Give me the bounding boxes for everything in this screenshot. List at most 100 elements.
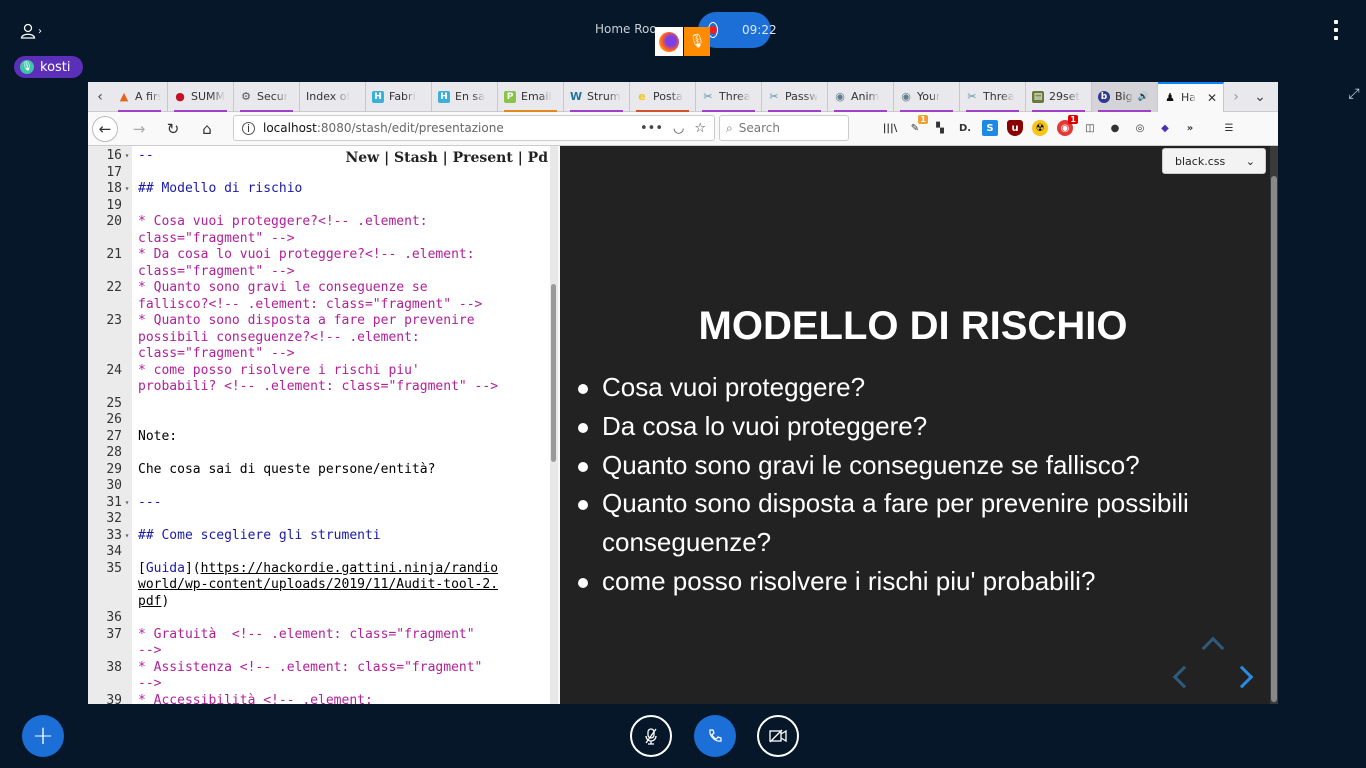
slide-nav-right-icon[interactable] bbox=[1230, 665, 1254, 689]
editor-line[interactable]: 18 ▾ ## Modello di rischio bbox=[88, 181, 548, 198]
editor-line[interactable]: 38 * Assistenza <!-- .element: class="fra… bbox=[88, 660, 548, 693]
extension-balls-icon[interactable]: ● bbox=[1107, 120, 1123, 136]
extension-radiation-icon[interactable]: ☢ bbox=[1032, 120, 1048, 136]
editor-line[interactable]: 29 Che cosa sai di queste persone/entità? bbox=[88, 462, 548, 479]
user-badge[interactable]: 🎙 kosti bbox=[14, 56, 83, 78]
line-text: * come posso risolvere i rischi piu' pro… bbox=[138, 362, 499, 395]
browser-tab[interactable]: Index of bbox=[300, 82, 366, 112]
fold-arrow-icon[interactable]: ▾ bbox=[122, 181, 132, 198]
browser-tab[interactable]: ◉ Anim bbox=[828, 82, 894, 112]
sidebar-icon[interactable]: ◫ bbox=[1082, 120, 1098, 136]
editor-line[interactable]: 20 * Cosa vuoi proteggere?<!-- .element: … bbox=[88, 214, 548, 247]
browser-tab[interactable]: ✂ Passw bbox=[762, 82, 828, 112]
share-webcam-button[interactable] bbox=[757, 715, 799, 757]
tab-container-indicator bbox=[240, 109, 293, 112]
editor-line[interactable]: 33 ▾ ## Come scegliere gli strumenti bbox=[88, 528, 548, 545]
line-number: 20 bbox=[106, 214, 122, 229]
editor-line[interactable]: 39 * Accessibilità <!-- .element: bbox=[88, 693, 548, 705]
fold-arrow-icon[interactable]: ▾ bbox=[122, 148, 132, 165]
slide-nav-left-icon[interactable] bbox=[1172, 665, 1196, 689]
browser-tab[interactable]: ✂ Threa bbox=[960, 82, 1026, 112]
tab-label: Passw bbox=[785, 90, 819, 103]
back-button[interactable]: ← bbox=[92, 115, 118, 142]
tabs-scroll-left-button[interactable]: ‹ bbox=[88, 89, 112, 105]
slide-bullet-list: Cosa vuoi proteggere? Da cosa lo vuoi pro… bbox=[578, 368, 1262, 601]
editor-line[interactable]: 28 bbox=[88, 445, 548, 462]
editor-line[interactable]: 27 Note: bbox=[88, 429, 548, 446]
line-text: -- bbox=[138, 148, 154, 163]
browser-tab[interactable]: H Fabri bbox=[366, 82, 432, 112]
editor-scrollbar-thumb[interactable] bbox=[551, 284, 556, 462]
search-bar[interactable]: ⌕ Search bbox=[719, 115, 849, 141]
extension-badger-icon[interactable]: ✎ 1 bbox=[907, 115, 928, 136]
line-number: 17 bbox=[106, 164, 122, 180]
top-nav-links[interactable]: New | Stash | Present | Pd bbox=[345, 150, 548, 166]
extension-purple-icon[interactable]: ◆ bbox=[1157, 120, 1173, 136]
browser-tab[interactable]: ✂ Threa bbox=[696, 82, 762, 112]
browser-tab[interactable]: b Big 🔊 bbox=[1092, 82, 1158, 112]
overflow-chevrons-icon[interactable]: » bbox=[1182, 120, 1198, 136]
theme-select[interactable]: black.css ⌄ bbox=[1162, 148, 1266, 174]
tabs-scroll-right-button[interactable]: › bbox=[1224, 89, 1248, 105]
browser-tab[interactable]: e Posta bbox=[630, 82, 696, 112]
browser-tab[interactable]: W Strum bbox=[564, 82, 630, 112]
library-icon[interactable]: |||\ bbox=[882, 120, 898, 136]
editor-line[interactable]: 25 bbox=[88, 396, 548, 413]
leave-audio-button[interactable] bbox=[694, 715, 736, 757]
hamburger-menu-icon[interactable]: ☰ bbox=[1221, 120, 1237, 136]
browser-tab[interactable]: ◉ Your bbox=[894, 82, 960, 112]
editor-line[interactable]: 35 [Guida](https://hackordie.gattini.ninj… bbox=[88, 561, 548, 611]
slide-nav-up-icon[interactable] bbox=[1201, 636, 1225, 660]
extension-red-icon[interactable]: ◉ 1 bbox=[1057, 115, 1078, 136]
user-list-toggle[interactable]: › bbox=[20, 20, 46, 42]
editor-line[interactable]: 26 bbox=[88, 412, 548, 429]
home-button[interactable]: ⌂ bbox=[194, 116, 220, 142]
extension-grid-icon[interactable]: ▚ bbox=[932, 120, 948, 136]
reload-button[interactable]: ↻ bbox=[160, 116, 186, 142]
editor-line[interactable]: 36 bbox=[88, 610, 548, 627]
browser-tab[interactable]: H En sa bbox=[432, 82, 498, 112]
tabs-list-button[interactable]: ⌄ bbox=[1248, 89, 1272, 105]
line-number: 28 bbox=[106, 445, 122, 460]
add-action-button[interactable]: + bbox=[22, 715, 64, 757]
account-icon[interactable]: ◎ bbox=[1132, 120, 1148, 136]
editor-line[interactable]: 17 bbox=[88, 165, 548, 182]
preview-scrollbar-thumb[interactable] bbox=[1271, 176, 1277, 702]
editor-line[interactable]: 23 * Quanto sono disposta a fare per prev… bbox=[88, 313, 548, 363]
speaker-icon[interactable]: 🔊 bbox=[1138, 92, 1149, 102]
mute-mic-button[interactable] bbox=[630, 715, 672, 757]
options-menu-button[interactable] bbox=[1331, 20, 1341, 40]
editor-line[interactable]: 32 bbox=[88, 511, 548, 528]
ublock-icon[interactable]: u bbox=[1007, 120, 1023, 136]
line-number: 38 bbox=[106, 659, 122, 675]
browser-tab[interactable]: ⚙ Secur bbox=[234, 82, 300, 112]
markdown-editor[interactable]: 16 ▾ -- 17 18 ▾ ## Modello di rischio 19 20 * Cos… bbox=[88, 146, 558, 704]
browser-tab[interactable]: ♟ Ha ✕ bbox=[1158, 82, 1224, 112]
fold-arrow-icon[interactable]: ▾ bbox=[122, 495, 132, 512]
editor-line[interactable]: 31 ▾ --- bbox=[88, 495, 548, 512]
browser-tab[interactable]: ▲ A firs bbox=[112, 82, 168, 112]
browser-tab[interactable]: ● SUMM bbox=[168, 82, 234, 112]
editor-line[interactable]: 21 * Da cosa lo vuoi proteggere?<!-- .ele… bbox=[88, 247, 548, 280]
info-icon[interactable]: i bbox=[242, 121, 255, 135]
editor-line[interactable]: 37 * Gratuità <!-- .element: class="fragm… bbox=[88, 627, 548, 660]
editor-line[interactable]: 30 bbox=[88, 478, 548, 495]
close-tab-icon[interactable]: ✕ bbox=[1207, 91, 1217, 105]
fullscreen-icon[interactable]: ⤢ bbox=[1342, 82, 1366, 106]
bookmark-star-icon[interactable]: ☆ bbox=[694, 121, 706, 136]
editor-line[interactable]: 22 * Quanto sono gravi le conseguenze se … bbox=[88, 280, 548, 313]
editor-line[interactable]: 19 bbox=[88, 198, 548, 215]
browser-tab[interactable]: P Email bbox=[498, 82, 564, 112]
editor-line[interactable]: 34 bbox=[88, 544, 548, 561]
editor-line[interactable]: 24 * come posso risolvere i rischi piu' p… bbox=[88, 363, 548, 396]
extension-d-icon[interactable]: D. bbox=[957, 120, 973, 136]
line-number: 18 bbox=[106, 181, 122, 196]
pocket-icon[interactable]: ◡ bbox=[673, 121, 684, 136]
browser-tab[interactable]: ▤ 29set bbox=[1026, 82, 1092, 112]
extension-s-icon[interactable]: S bbox=[982, 120, 998, 136]
page-actions-icon[interactable]: ••• bbox=[640, 121, 663, 136]
fold-arrow-icon[interactable]: ▾ bbox=[122, 528, 132, 545]
forward-button[interactable]: → bbox=[126, 116, 152, 142]
